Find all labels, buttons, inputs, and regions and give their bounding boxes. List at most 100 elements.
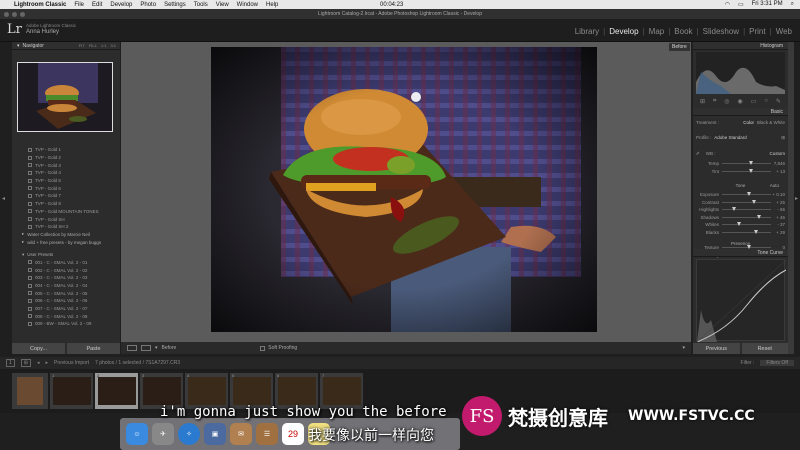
battery-icon[interactable]: ▭ [738,1,744,8]
wifi-icon[interactable]: ◠ [725,1,730,8]
navigator-preview[interactable] [17,62,113,132]
slider-track[interactable] [722,168,771,173]
secondary-window-icon[interactable]: 1 [6,359,15,367]
filmstrip-thumbnail[interactable]: 1 [50,373,93,409]
preset-item[interactable]: TVP - Gold 2 [12,154,120,162]
module-web[interactable]: Web [772,27,796,36]
menu-file[interactable]: File [74,2,84,8]
menu-photo[interactable]: Photo [140,2,156,8]
nav-3to1-option[interactable]: 3:1 [110,43,116,48]
brush-tool-icon[interactable]: ✎ [776,98,781,105]
treatment-color[interactable]: Color [743,120,754,125]
menu-time[interactable]: Fri 3:31 PM [752,1,783,8]
slider-contrast[interactable]: Contrast + 25 [693,199,788,207]
profile-browser-icon[interactable]: ⊞ [781,135,785,141]
tone-curve-header[interactable]: Tone Curve [693,249,788,257]
copy-button[interactable]: Copy... [12,343,65,354]
slider-thumb[interactable] [731,207,736,212]
graduated-filter-icon[interactable]: ▭ [751,98,757,105]
menu-edit[interactable]: Edit [92,2,102,8]
slider-value[interactable]: + 29 [771,230,785,235]
preset-item[interactable]: TVP - Gold 6 [12,184,120,192]
preset-item[interactable]: 003 - C - SMAL Vol. 2 - 03 [12,274,120,282]
filmstrip-thumbnail-selected[interactable]: 2 [95,373,138,409]
preset-item[interactable]: 004 - C - SMAL Vol. 2 - 04 [12,282,120,290]
menu-settings[interactable]: Settings [164,2,186,8]
loupe-view-icon[interactable] [127,345,137,351]
radial-filter-icon[interactable]: ○ [764,98,768,105]
preset-folder[interactable]: ▸ Water Collection by Marcie Neil [12,231,120,239]
preset-folder[interactable]: ▸ wild + free presets - by megan buggs [12,238,120,246]
preset-folder-user[interactable]: ▾ User Presets [12,251,120,259]
slider-thumb[interactable] [753,229,758,234]
slider-highlights[interactable]: Highlights - 65 [693,206,788,214]
slider-value[interactable]: - 37 [771,222,785,227]
paste-button[interactable]: Paste [67,343,120,354]
contacts-icon[interactable]: ☰ [256,423,278,445]
slider-exposure[interactable]: Exposure + 0.10 [693,191,788,199]
safari-icon[interactable]: ✧ [178,423,200,445]
right-panel-scrollbar[interactable] [788,42,794,354]
preset-item[interactable]: 005 - C - SMAL Vol. 2 - 05 [12,289,120,297]
wb-value[interactable]: Custom [769,151,785,157]
menu-help[interactable]: Help [266,2,278,8]
preset-item[interactable]: 007 - C - SMAL Vol. 2 - 07 [12,305,120,313]
grid-tool-icon[interactable]: ⊞ [700,98,705,105]
menu-app-name[interactable]: Lightroom Classic [14,2,66,8]
preset-item[interactable]: TVP - Gold SH 2 [12,223,120,231]
menu-tools[interactable]: Tools [194,2,208,8]
slider-thumb[interactable] [736,222,741,227]
preset-item[interactable]: 002 - C - SMAL Vol. 2 - 02 [12,266,120,274]
menu-develop[interactable]: Develop [110,2,132,8]
red-eye-icon[interactable]: ◉ [738,98,743,105]
nav-fill-option[interactable]: FILL [89,43,97,48]
profile-value[interactable]: Adobe Standard [714,135,747,141]
filmstrip-source[interactable]: Previous Import [54,360,89,366]
before-after-view-icon[interactable] [141,345,151,351]
module-print[interactable]: Print [745,27,769,36]
zoom-window-button[interactable] [20,12,25,17]
slider-track[interactable] [722,207,771,212]
preset-item[interactable]: TVP - Gold SH [12,215,120,223]
main-photo[interactable] [211,47,597,332]
tone-curve-graph[interactable] [696,259,787,343]
calendar-icon[interactable]: 29 [282,423,304,445]
slider-value[interactable]: + 25 [771,200,785,205]
search-icon[interactable]: ⌕ [791,1,794,8]
module-book[interactable]: Book [670,27,696,36]
before-after-dropdown-icon[interactable]: ▾ [155,345,158,351]
toolbar-menu-icon[interactable]: ▾ [682,345,685,351]
notes-icon[interactable]: ✉ [230,423,252,445]
slider-track[interactable] [722,222,771,227]
slider-tint[interactable]: Tint + 13 [693,168,788,176]
left-panel-toggle-icon[interactable]: ◂ [2,195,5,202]
slider-value[interactable]: - 65 [771,207,785,212]
histogram-header[interactable]: Histogram [693,42,788,50]
slider-value[interactable]: 7,846 [771,161,785,166]
nav-1to1-option[interactable]: 1:1 [101,43,107,48]
previous-button[interactable]: Previous [693,343,740,354]
preset-item[interactable]: TVP - Gold 4 [12,169,120,177]
filter-dropdown[interactable]: Filters Off [760,360,794,366]
soft-proofing-toggle[interactable]: Soft Proofing [260,345,297,351]
menu-view[interactable]: View [216,2,229,8]
preset-item[interactable]: TVP - Gold 8 [12,200,120,208]
slider-thumb[interactable] [748,168,753,173]
menu-window[interactable]: Window [237,2,258,8]
preset-item[interactable]: TVP - Gold 3 [12,161,120,169]
slider-thumb[interactable] [752,199,757,204]
module-develop[interactable]: Develop [605,27,642,36]
reset-button[interactable]: Reset [741,343,788,354]
finder-icon[interactable]: ☺ [126,423,148,445]
slider-blacks[interactable]: Blacks + 29 [693,229,788,237]
preset-item[interactable]: TVP - Gold 5 [12,177,120,185]
module-slideshow[interactable]: Slideshow [699,27,743,36]
slider-shadows[interactable]: Shadows + 46 [693,214,788,222]
filmstrip-thumbnail[interactable] [12,373,48,409]
preset-item[interactable]: 006 - C - SMAL Vol. 2 - 06 [12,297,120,305]
preset-item[interactable]: TVP - Gold 7 [12,192,120,200]
slider-whites[interactable]: Whites - 37 [693,221,788,229]
crop-tool-icon[interactable]: ⌗ [713,98,716,105]
preset-item[interactable]: TVP - Gold 1 [12,146,120,154]
slider-track[interactable] [722,199,771,204]
